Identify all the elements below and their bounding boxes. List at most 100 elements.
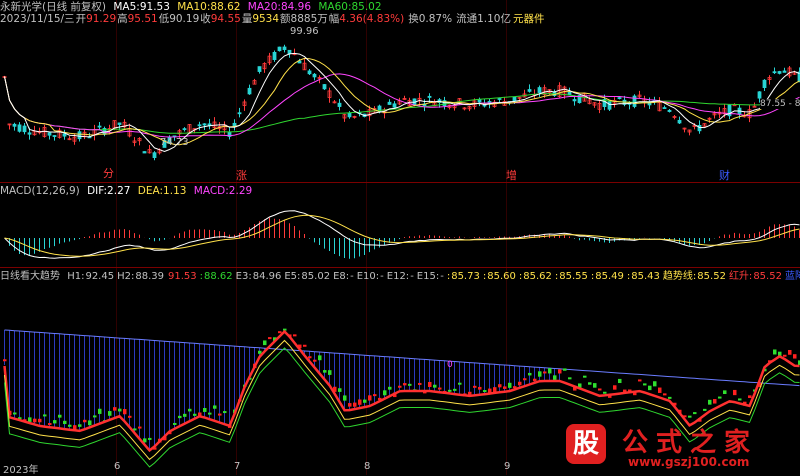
trend-item-label: H1: [67,271,85,282]
event-tag-financial-report[interactable]: 财 [719,170,730,182]
trend-candle [458,382,462,385]
candle-body [247,87,252,95]
sector-label: 元器件 [512,13,545,25]
trend-candle [48,423,52,426]
event-tag-limit-up[interactable]: 涨 [236,170,247,182]
trend-candle [203,408,207,412]
open-label: 开 [75,13,87,25]
trend-candle [788,349,792,355]
trend-item: 84.96 [252,271,282,282]
amount-value: 8885万 [290,13,328,25]
trend-item-label: 蓝降 [784,271,800,282]
chart-canvas[interactable] [0,0,800,475]
trend-candle [613,385,617,390]
candle-body [572,99,577,102]
event-tag-dividend[interactable]: 分 [103,168,114,180]
trend-candle [58,414,62,418]
panel-separator [0,182,800,183]
trend-candle [453,388,457,391]
trend-candle [223,411,227,414]
trend-candle [358,399,362,405]
trend-candle [703,408,707,411]
trend-candle [503,386,507,389]
float-cap-label: 流通 [456,13,478,25]
trend-candle [318,355,322,361]
dea-line [4,214,800,257]
trend-item: 85.55 [559,271,588,282]
trend-candle [303,344,307,347]
trend-candle [308,356,312,359]
trend-zero-marker: 0 [447,360,453,370]
volume-value: 9534 [252,13,280,25]
trend-candle [478,386,482,390]
trend-candle [733,389,737,396]
trend-candle [98,408,102,414]
trend-item: 91.53 [168,271,197,282]
trend-candle [293,334,297,337]
trend-candle [618,378,622,384]
candle-body [62,133,67,137]
trend-candle [593,383,597,388]
ma5-line [4,52,800,153]
trend-candle [368,395,372,401]
high-price-marker: 99.96 [290,26,319,37]
trend-candle [553,375,557,380]
watermark-url: www.gszj100.com [628,455,750,469]
trend-candle [118,408,122,412]
trend-candle [773,349,777,355]
trend-candle [638,379,642,382]
trend-candle [353,402,357,407]
trend-candle [498,384,502,388]
watermark-name: 公式之家 [622,428,759,458]
trend-candle [193,413,197,416]
trend-candle [688,415,692,418]
trend-candle [433,384,437,388]
candle-body [537,87,542,93]
trend-item-label: : [590,271,595,282]
trend-candle [78,424,82,427]
trend-item: 85.52 [697,271,726,282]
trend-candle [418,382,422,385]
trend-candle [563,368,567,371]
trend-candle [263,340,267,346]
trend-candle [328,370,332,375]
trend-candle [173,422,177,425]
candle-body [282,46,287,50]
candle-body [497,98,502,100]
dea-label: DEA: [137,185,164,197]
trend-candle [473,385,477,388]
candle-body [237,112,242,115]
trend-candle [643,383,647,386]
dif-value: 2.27 [107,185,131,197]
macd-header: MACD(12,26,9) DIF:2.27 DEA:1.13 MACD:2.2… [0,184,256,198]
macd-value: 2.29 [228,185,253,197]
trend-candle [793,354,797,359]
candle-body [392,103,397,108]
trend-candle [718,396,722,399]
trend-candle [188,408,192,412]
trend-candle [278,331,282,334]
trend-item: - [350,271,354,282]
trend-candle [213,405,217,409]
float-cap-value: 1.10亿 [477,13,511,25]
trend-candle [723,390,727,395]
trend-candle [13,412,17,415]
bar-date: 2023/11/15/三 [0,13,75,25]
date-axis-label: 2023年 [3,465,39,476]
candle-body [607,101,612,110]
event-tag-holding-increase[interactable]: 增 [506,170,517,182]
trend-candle [548,368,552,374]
trend-item-label: E10: [356,271,380,282]
trend-candle [468,391,472,395]
trend-item: 88.62 [204,271,233,282]
trend-item: 85.73 [451,271,480,282]
trend-candle [538,371,542,377]
trend-candle [558,369,562,374]
open-value: 91.29 [86,13,117,25]
trend-item-label: : [554,271,559,282]
candle-body [697,125,702,132]
trend-candle [648,385,652,391]
volume-label: 量 [241,13,253,25]
macd-title: MACD(12,26,9) [0,185,80,197]
amount-label: 额 [280,13,291,25]
